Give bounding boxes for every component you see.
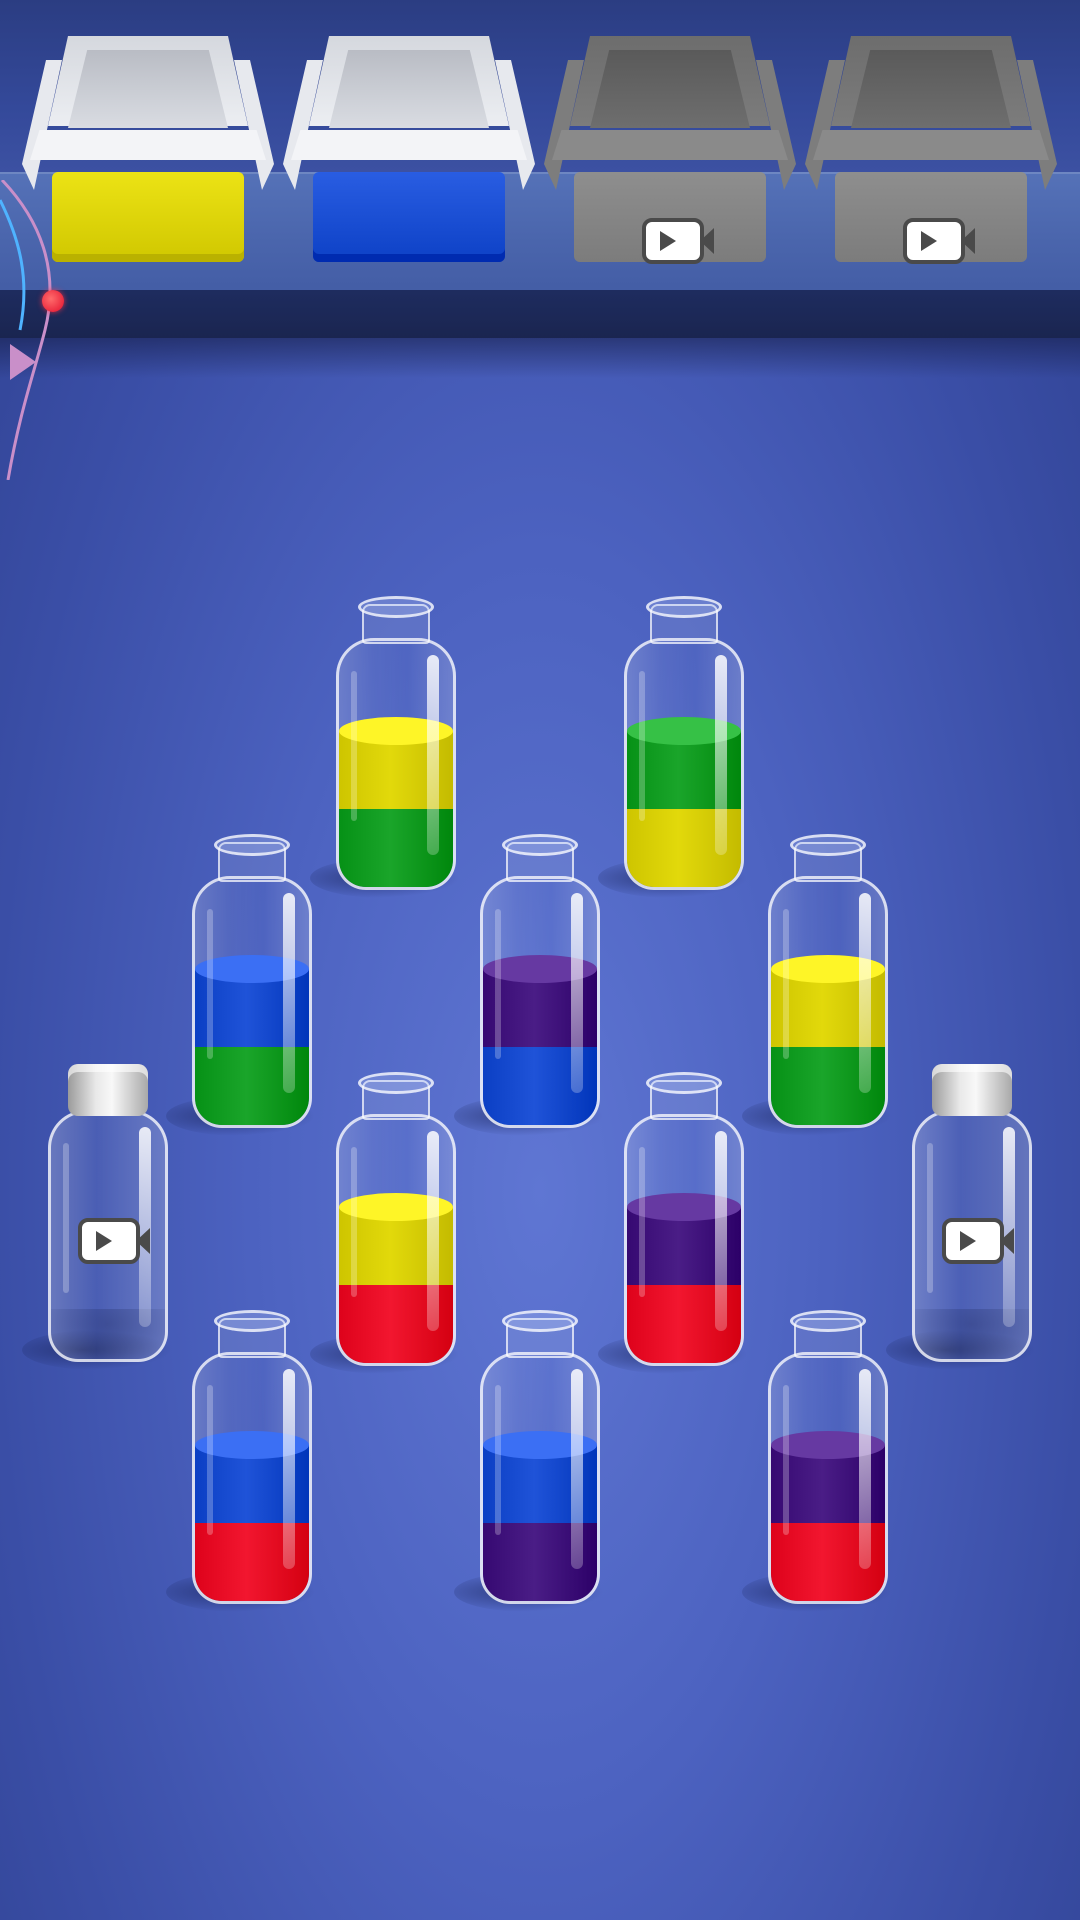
bottle-5[interactable]: [742, 834, 892, 1136]
glass-shine: [63, 1143, 69, 1293]
glass-shine: [927, 1143, 933, 1293]
bottle-mouth: [646, 596, 722, 618]
glass-shine: [783, 909, 789, 1059]
glass-shine: [207, 1385, 213, 1535]
video-ad-icon[interactable]: [903, 218, 975, 264]
glass-shine: [139, 1127, 151, 1327]
bottle-mouth: [502, 834, 578, 856]
glass-shine: [715, 655, 727, 855]
bottle-cap: [68, 1064, 148, 1116]
bottle-glass: [624, 1114, 744, 1366]
shelf-lip: [0, 290, 1080, 338]
box-body: [52, 172, 244, 262]
bottle-glass: [336, 1114, 456, 1366]
glass-shine: [427, 1131, 439, 1331]
bottle-mouth: [502, 1310, 578, 1332]
glass-shine: [495, 909, 501, 1059]
bottle-mouth: [358, 1072, 434, 1094]
bottle-11[interactable]: [454, 1310, 604, 1612]
video-ad-icon[interactable]: [78, 1218, 150, 1264]
bottle-4[interactable]: [454, 834, 604, 1136]
side-menu-arrow-icon[interactable]: [10, 344, 36, 380]
bottle-mouth: [646, 1072, 722, 1094]
bottle-glass: [336, 638, 456, 890]
glass-shine: [283, 893, 295, 1093]
glass-shine: [1003, 1127, 1015, 1327]
bottle-mouth: [358, 596, 434, 618]
glass-shine: [859, 893, 871, 1093]
glass-shine: [715, 1131, 727, 1331]
glass-shine: [639, 671, 645, 821]
box-rim: [552, 130, 788, 160]
bottle-6[interactable]: [22, 1064, 172, 1370]
bottle-glass: [768, 876, 888, 1128]
glass-shine: [427, 655, 439, 855]
bottle-glass: [192, 876, 312, 1128]
bottle-9[interactable]: [886, 1064, 1036, 1370]
bottle-10[interactable]: [166, 1310, 316, 1612]
box-yellow[interactable]: [22, 36, 274, 266]
shelf-shadow: [0, 338, 1080, 378]
glass-shine: [783, 1385, 789, 1535]
box-rim: [30, 130, 266, 160]
video-ad-icon[interactable]: [942, 1218, 1014, 1264]
bottle-mouth: [214, 1310, 290, 1332]
glass-shine: [283, 1369, 295, 1569]
box-locked-2[interactable]: [805, 36, 1057, 266]
bottle-1[interactable]: [310, 596, 460, 898]
box-rim: [813, 130, 1049, 160]
notification-dot: [42, 290, 64, 312]
video-ad-icon[interactable]: [642, 218, 714, 264]
bottle-mouth: [214, 834, 290, 856]
bottle-2[interactable]: [598, 596, 748, 898]
glass-shine: [207, 909, 213, 1059]
bottle-glass: [768, 1352, 888, 1604]
bottle-3[interactable]: [166, 834, 316, 1136]
bottle-mouth: [790, 1310, 866, 1332]
bottle-7[interactable]: [310, 1072, 460, 1374]
bottle-glass: [192, 1352, 312, 1604]
box-lid-inner: [68, 50, 228, 128]
glass-shine: [571, 1369, 583, 1569]
box-rim: [291, 130, 527, 160]
box-lid-inner: [851, 50, 1011, 128]
glass-shine: [571, 893, 583, 1093]
glass-shine: [859, 1369, 871, 1569]
bottle-8[interactable]: [598, 1072, 748, 1374]
box-blue[interactable]: [283, 36, 535, 266]
glass-shine: [639, 1147, 645, 1297]
bottle-mouth: [790, 834, 866, 856]
bottle-glass: [624, 638, 744, 890]
box-locked-1[interactable]: [544, 36, 796, 266]
bottle-12[interactable]: [742, 1310, 892, 1612]
box-lid-inner: [329, 50, 489, 128]
box-body: [313, 172, 505, 262]
glass-shine: [495, 1385, 501, 1535]
glass-shine: [351, 1147, 357, 1297]
bottle-glass: [480, 1352, 600, 1604]
box-lid-inner: [590, 50, 750, 128]
glass-shine: [351, 671, 357, 821]
bottle-cap: [932, 1064, 1012, 1116]
bottle-glass: [480, 876, 600, 1128]
